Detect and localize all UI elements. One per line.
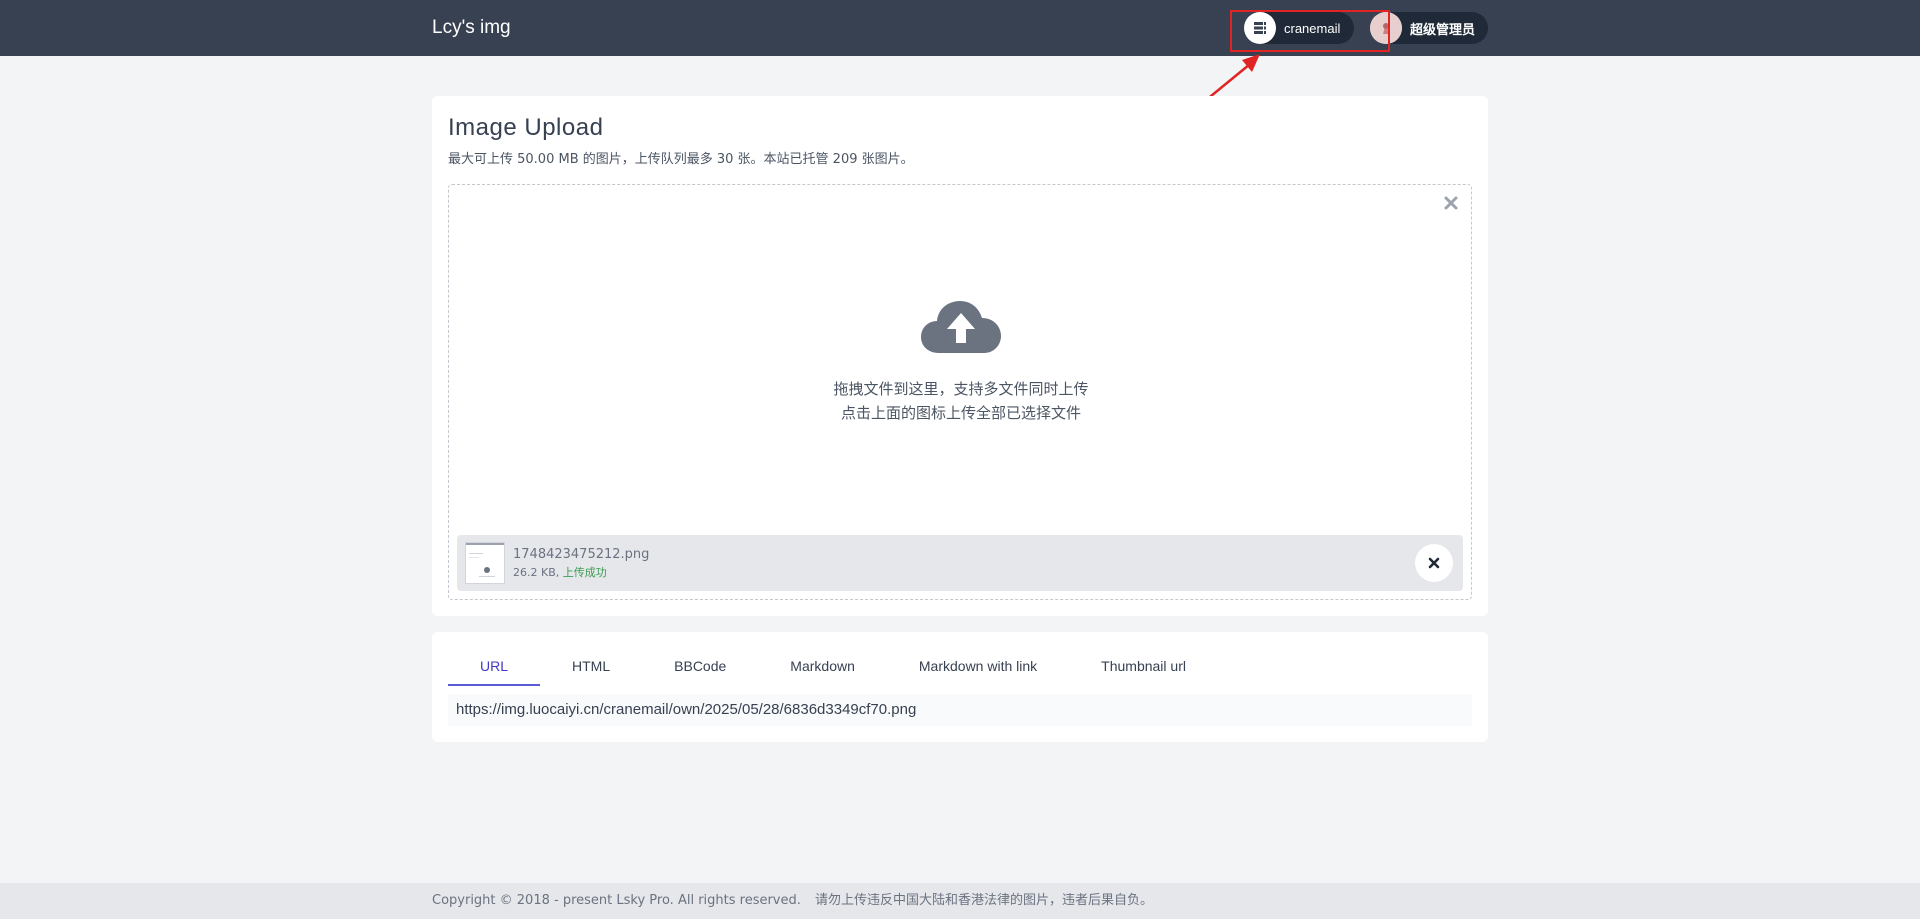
upload-status: 上传成功 [562,566,607,579]
upload-card: Image Upload 最大可上传 50.00 MB 的图片，上传队列最多 3… [432,96,1488,616]
user-menu-button[interactable]: 超级管理员 [1370,12,1488,44]
remove-file-button[interactable] [1415,544,1453,582]
close-icon [1428,557,1440,569]
avatar [1370,12,1402,44]
clear-queue-button[interactable] [1439,191,1463,215]
file-meta: 26.2 KB, 上传成功 [513,566,607,580]
site-brand[interactable]: Lcy's img [432,14,511,42]
upload-all-button[interactable] [921,299,1001,355]
link-format-tabs: URL HTML BBCode Markdown Markdown with l… [448,646,1218,686]
footer-copyright: Copyright © 2018 - present Lsky Pro. All… [432,893,801,908]
tab-markdown-with-link[interactable]: Markdown with link [887,646,1069,686]
upload-dropzone[interactable]: 拖拽文件到这里，支持多文件同时上传 点击上面的图标上传全部已选择文件 17484… [448,184,1472,600]
storage-strategy-label: cranemail [1284,20,1341,36]
user-name-label: 超级管理员 [1410,21,1476,37]
dropzone-instructions: 拖拽文件到这里，支持多文件同时上传 点击上面的图标上传全部已选择文件 [661,377,1261,425]
image-link-output[interactable]: https://img.luocaiyi.cn/cranemail/own/20… [448,694,1472,726]
file-name: 1748423475212.png [513,547,650,562]
cloud-upload-icon [921,301,1001,353]
navbar-inner: Lcy's img cranemail 超级管理员 [432,0,1488,56]
upload-limits-text: 最大可上传 50.00 MB 的图片，上传队列最多 30 张。本站已托管 209… [448,152,914,167]
page-title: Image Upload [448,114,604,141]
tab-thumbnail-url[interactable]: Thumbnail url [1069,646,1218,686]
tab-markdown[interactable]: Markdown [758,646,887,686]
footer-notice: 请勿上传违反中国大陆和香港法律的图片，违者后果自负。 [815,893,1154,908]
tab-bbcode[interactable]: BBCode [642,646,758,686]
file-thumbnail[interactable] [465,542,505,584]
links-card: URL HTML BBCode Markdown Markdown with l… [432,632,1488,742]
dropzone-line-2: 点击上面的图标上传全部已选择文件 [840,404,1081,422]
upload-queue-item: 1748423475212.png 26.2 KB, 上传成功 [457,535,1463,591]
footer: Copyright © 2018 - present Lsky Pro. All… [0,883,1920,919]
file-size: 26.2 KB, [513,566,560,579]
top-navbar: Lcy's img cranemail 超级管理员 [0,0,1920,56]
storage-strategy-button[interactable]: cranemail [1244,12,1354,44]
dropzone-line-1: 拖拽文件到这里，支持多文件同时上传 [833,380,1089,398]
database-icon [1244,12,1276,44]
tab-html[interactable]: HTML [540,646,642,686]
footer-text: Copyright © 2018 - present Lsky Pro. All… [432,892,1153,910]
close-icon [1444,196,1458,210]
tab-url[interactable]: URL [448,646,541,686]
